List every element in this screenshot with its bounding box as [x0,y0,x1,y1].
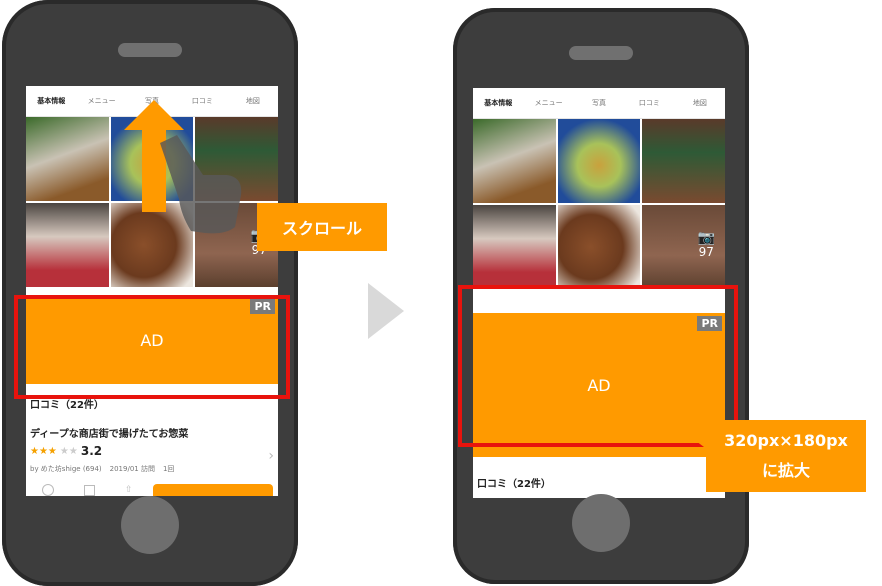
visit-count: 1回 [162,465,175,473]
photo[interactable]: 📷 97 [642,205,725,289]
tab-basic-info[interactable]: 基本情報 [26,96,76,106]
visit-date: 2019/01 訪問 [109,465,155,473]
photo[interactable] [473,205,556,289]
photo-count: 📷 97 [697,230,715,259]
bottom-bar-icon[interactable] [42,484,54,496]
tab-map[interactable]: 地図 [675,98,725,108]
phone-left: 基本情報 メニュー 写真 口コミ 地図 📷 97 AD PR 口コミ（22件） [2,0,298,586]
tab-basic-info[interactable]: 基本情報 [473,98,523,108]
review-count-title: 口コミ（22件） [477,479,551,490]
speaker [118,43,182,57]
photo-grid: 📷 97 [473,119,725,289]
hand-swipe-icon [160,135,242,234]
speaker [569,46,633,60]
tab-menu[interactable]: メニュー [76,96,126,106]
rating-row: ★★★ ★★ 3.2 [30,444,274,458]
tab-photos[interactable]: 写真 [574,98,624,108]
rating-stars: ★★★ [30,445,57,457]
tab-bar: 基本情報 メニュー 写真 口コミ 地図 [473,88,725,119]
rating-empty-stars: ★★ [59,445,78,457]
photo[interactable] [557,119,641,203]
scroll-label: スクロール [257,203,387,251]
size-label-line2: に拡大 [761,461,810,480]
tab-menu[interactable]: メニュー [523,98,573,108]
bottom-bar-icon[interactable] [84,484,95,496]
photo[interactable] [642,119,725,203]
size-label: 320px×180px に拡大 [706,420,866,492]
home-button[interactable] [572,494,630,552]
camera-icon: 📷 [697,230,715,246]
tab-reviews[interactable]: 口コミ [177,96,227,106]
review-headline[interactable]: ディープな商店街で揚げたてお惣菜 [30,425,274,440]
photo[interactable] [473,119,556,203]
bottom-bar-icon[interactable]: ⇧ [125,485,133,495]
review-author[interactable]: by めた坊shige (694) [30,464,102,474]
next-arrow-icon [368,283,404,339]
tab-reviews[interactable]: 口コミ [624,98,674,108]
bottom-bar: ⇧ [26,484,278,496]
ad-highlight-frame [14,295,290,399]
bottom-bar-button[interactable] [152,484,273,496]
size-label-line1: 320px×180px [724,431,848,450]
chevron-right-icon[interactable]: › [268,448,274,464]
photo[interactable] [557,205,641,289]
review-meta: by めた坊shige (694) 2019/01 訪問 1回 [30,464,274,474]
tab-map[interactable]: 地図 [228,96,278,106]
rating-value: 3.2 [80,444,103,458]
photo[interactable] [26,203,109,287]
home-button[interactable] [121,496,179,554]
photo[interactable] [26,117,109,201]
